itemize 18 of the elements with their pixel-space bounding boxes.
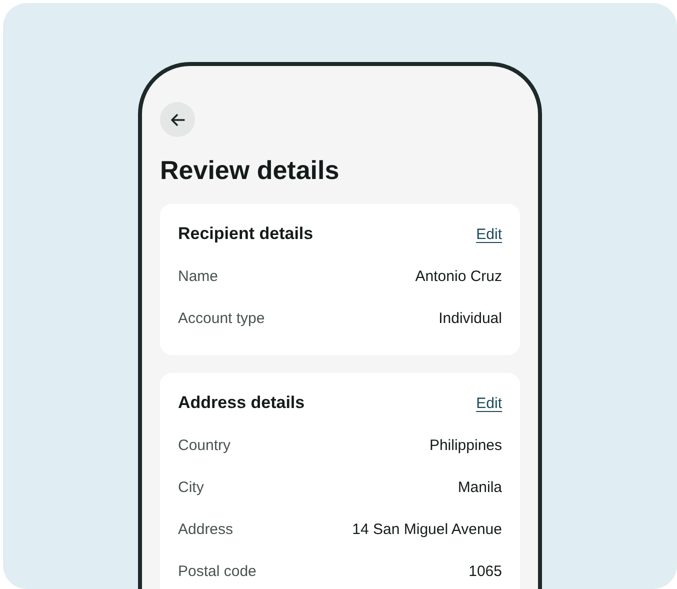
field-label: Country bbox=[178, 436, 231, 454]
edit-link[interactable]: Edit bbox=[476, 394, 502, 412]
field-value: 1065 bbox=[468, 562, 502, 580]
field-value: Philippines bbox=[429, 436, 502, 454]
field-label: Account type bbox=[178, 310, 265, 326]
section-heading: Recipient details bbox=[178, 224, 314, 244]
page-title: Review details bbox=[160, 155, 340, 186]
field-value: 14 San Miguel Avenue bbox=[352, 520, 502, 538]
field-label: Address bbox=[178, 520, 234, 538]
back-button[interactable] bbox=[160, 102, 195, 137]
field-label: Postal code bbox=[178, 562, 256, 580]
field-value: Antonio Cruz bbox=[415, 268, 502, 284]
field-label: Name bbox=[178, 268, 218, 284]
section-heading: Address details bbox=[178, 393, 305, 413]
field-value: Individual bbox=[438, 310, 502, 326]
edit-link[interactable]: Edit bbox=[476, 226, 502, 242]
field-label: City bbox=[178, 478, 204, 496]
field-value: Manila bbox=[458, 478, 502, 496]
